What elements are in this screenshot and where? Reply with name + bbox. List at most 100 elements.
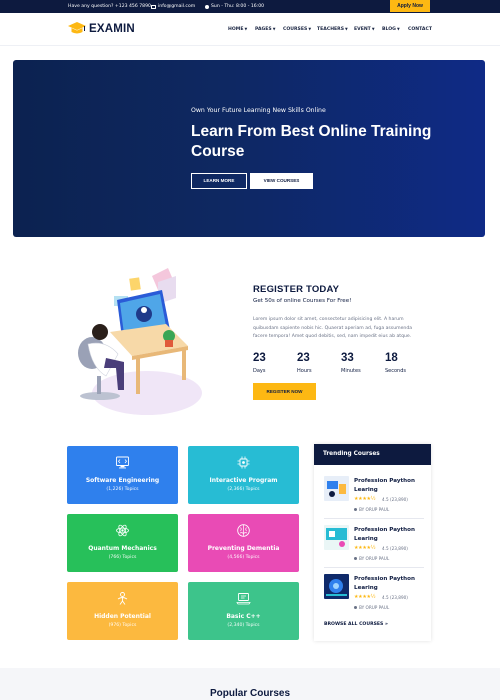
countdown-days-value: 23 bbox=[253, 352, 266, 364]
trending-heading: Trending Courses bbox=[314, 444, 431, 465]
category-card-software-engineering[interactable]: Software Engineering (1,226) Topics bbox=[67, 446, 178, 504]
register-title: REGISTER TODAY bbox=[253, 284, 340, 295]
chevron-down-icon: ▼ bbox=[244, 27, 248, 31]
category-card-basic-cpp[interactable]: Basic C++ (2,340) Topics bbox=[188, 582, 299, 640]
nav-home-label[interactable]: HOME bbox=[228, 27, 243, 32]
view-courses-button[interactable]: VIEW COURSES bbox=[250, 173, 313, 189]
learn-more-button[interactable]: LEARN MORE bbox=[191, 173, 247, 189]
nav-teachers[interactable]: TEACHERS▼ bbox=[317, 13, 348, 46]
site-header: EXAMIN HOME▼ PAGES▼ COURSES▼ TEACHERS▼ E… bbox=[0, 13, 500, 46]
category-topics: (2,340) Topics bbox=[227, 623, 260, 628]
countdown-minutes-label: Minutes bbox=[341, 368, 361, 374]
star-rating-icon: ★★★★½ bbox=[354, 594, 376, 600]
star-rating-icon: ★★★★½ bbox=[354, 496, 376, 502]
student-at-computer-illustration bbox=[78, 268, 202, 415]
hero-title: Learn From Best Online Training Course bbox=[191, 123, 432, 160]
trending-course-item[interactable]: Profession Paython Learing ★★★★½ 4.5 (23… bbox=[324, 525, 428, 568]
hours-text: Sun - Thu: 8:00 - 16:00 bbox=[211, 4, 265, 9]
register-now-button[interactable]: REGISTER NOW bbox=[253, 383, 316, 400]
chevron-down-icon: ▼ bbox=[345, 27, 348, 31]
category-card-interactive-program[interactable]: Interactive Program (2,366) Topics bbox=[188, 446, 299, 504]
category-topics: (2,366) Topics bbox=[227, 487, 260, 492]
course-thumbnail-image bbox=[324, 476, 349, 501]
trending-course-item[interactable]: Profession Paython Learing ★★★★½ 4.5 (23… bbox=[324, 574, 428, 616]
category-card-preventing-dementia[interactable]: Preventing Dementia (4,566) Topics bbox=[188, 514, 299, 572]
nav-contact-label[interactable]: CONTACT bbox=[408, 27, 432, 32]
top-bar: Have any question? +123 456 7890 info@gm… bbox=[0, 0, 500, 13]
category-card-hidden-potential[interactable]: Hidden Potential (976) Topics bbox=[67, 582, 178, 640]
category-grid: Software Engineering (1,226) Topics Inte… bbox=[64, 440, 308, 646]
star-rating-icon: ★★★★½ bbox=[354, 545, 376, 551]
mail-icon bbox=[151, 4, 156, 9]
course-author: BY ORUP PAUL bbox=[354, 507, 389, 512]
course-rating: 4.5 (23,890) bbox=[382, 497, 408, 502]
category-name: Preventing Dementia bbox=[207, 545, 280, 552]
nav-blog-label[interactable]: BLOG bbox=[382, 27, 396, 32]
category-name: Quantum Mechanics bbox=[88, 545, 157, 552]
course-author: BY ORUP PAUL bbox=[354, 605, 389, 610]
course-thumbnail[interactable] bbox=[324, 574, 349, 599]
clock-icon bbox=[205, 4, 209, 9]
course-thumbnail[interactable] bbox=[324, 525, 349, 550]
countdown-seconds-label: Seconds bbox=[385, 368, 407, 374]
nav-pages[interactable]: PAGES▼ bbox=[255, 13, 275, 46]
course-title[interactable]: Profession Paython Learing bbox=[354, 477, 426, 494]
opening-hours: Sun - Thu: 8:00 - 16:00 bbox=[205, 0, 264, 13]
nav-courses-label[interactable]: COURSES bbox=[283, 27, 307, 32]
laptop-icon bbox=[236, 593, 251, 605]
browse-all-courses-link[interactable]: BROWSE ALL COURSES » bbox=[324, 622, 388, 627]
category-name: Software Engineering bbox=[85, 477, 160, 484]
logo-text: EXAMIN bbox=[89, 23, 135, 35]
nav-pages-label[interactable]: PAGES bbox=[255, 27, 272, 32]
countdown-minutes-value: 33 bbox=[341, 352, 354, 364]
countdown-hours-label: Hours bbox=[297, 368, 312, 374]
countdown-days-label: Days bbox=[253, 368, 266, 374]
course-rating: 4.5 (23,890) bbox=[382, 595, 408, 600]
category-name: Hidden Potential bbox=[94, 613, 151, 620]
chevron-down-icon: ▼ bbox=[371, 27, 375, 31]
nav-event-label[interactable]: EVENT bbox=[354, 27, 371, 32]
nav-blog[interactable]: BLOG▼ bbox=[382, 13, 400, 46]
author-name: BY ORUP PAUL bbox=[359, 605, 390, 610]
course-thumbnail-image bbox=[324, 574, 349, 599]
category-topics: (1,226) Topics bbox=[106, 487, 139, 492]
nav-courses[interactable]: COURSES▼ bbox=[283, 13, 311, 46]
nav-event[interactable]: EVENT▼ bbox=[354, 13, 375, 46]
category-name: Interactive Program bbox=[209, 477, 278, 484]
category-topics: (976) Topics bbox=[108, 623, 137, 628]
chevron-down-icon: ▼ bbox=[272, 27, 276, 31]
course-title[interactable]: Profession Paython Learing bbox=[354, 575, 426, 592]
course-title[interactable]: Profession Paython Learing bbox=[354, 526, 426, 543]
trending-courses-panel: Trending Courses Profession Paython Lear… bbox=[314, 444, 431, 641]
category-card-quantum-mechanics[interactable]: Quantum Mechanics (766) Topics bbox=[67, 514, 178, 572]
apply-now-button[interactable]: Apply Now bbox=[390, 0, 430, 12]
hero-banner: Own Your Future Learning New Skills Onli… bbox=[13, 60, 485, 237]
course-thumbnail[interactable] bbox=[324, 476, 349, 501]
course-rating: 4.5 (23,890) bbox=[382, 546, 408, 551]
contact-email[interactable]: info@gmail.com bbox=[151, 0, 195, 13]
popular-courses-title: Popular Courses bbox=[209, 688, 291, 699]
divider bbox=[324, 518, 424, 519]
brain-icon bbox=[237, 524, 250, 537]
user-icon bbox=[354, 508, 357, 511]
category-topics: (766) Topics bbox=[108, 555, 137, 560]
person-icon bbox=[117, 592, 128, 605]
nav-teachers-label[interactable]: TEACHERS bbox=[317, 27, 344, 32]
atom-icon bbox=[116, 524, 129, 537]
user-icon bbox=[354, 557, 357, 560]
site-logo[interactable]: EXAMIN bbox=[68, 22, 135, 36]
course-thumbnail-image bbox=[324, 525, 349, 550]
nav-home[interactable]: HOME▼ bbox=[228, 13, 247, 46]
author-name: BY ORUP PAUL bbox=[359, 556, 390, 561]
countdown-seconds-value: 18 bbox=[385, 352, 398, 364]
nav-contact[interactable]: CONTACT bbox=[408, 13, 432, 46]
course-author: BY ORUP PAUL bbox=[354, 556, 389, 561]
circuit-icon bbox=[237, 456, 250, 469]
trending-course-item[interactable]: Profession Paython Learing ★★★★½ 4.5 (23… bbox=[324, 476, 428, 519]
graduation-cap-icon bbox=[68, 22, 86, 34]
register-subtitle: Get 50s of online Courses For Free! bbox=[253, 298, 352, 304]
monitor-code-icon bbox=[116, 456, 129, 469]
contact-question: Have any question? +123 456 7890 bbox=[68, 0, 151, 13]
email-text[interactable]: info@gmail.com bbox=[158, 0, 195, 13]
register-body: Lorem ipsum dolor sit amet, consectetur … bbox=[253, 317, 413, 339]
